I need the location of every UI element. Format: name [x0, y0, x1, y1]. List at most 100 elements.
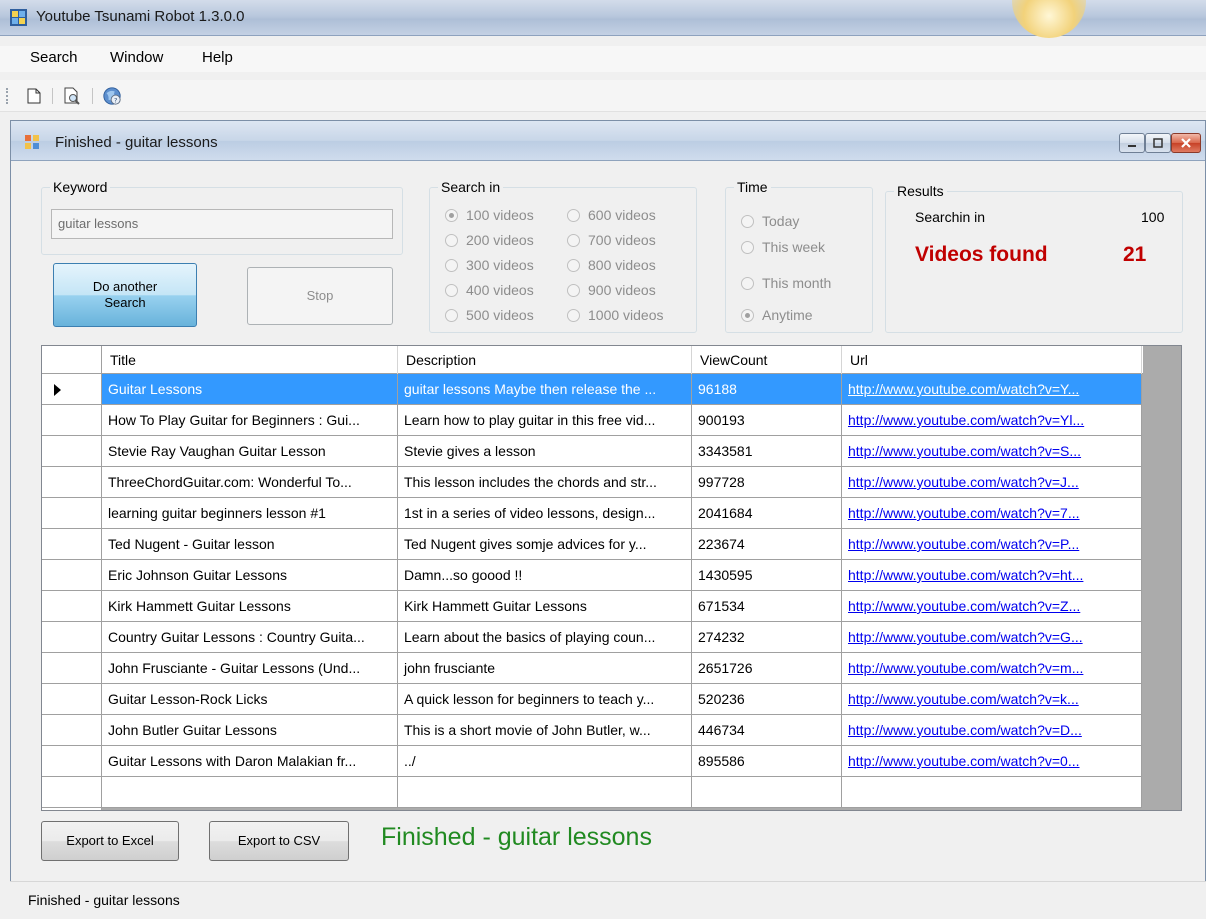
- stop-button[interactable]: Stop: [247, 267, 393, 325]
- cell-url[interactable]: http://www.youtube.com/watch?v=m...: [842, 653, 1142, 684]
- radio-400-videos[interactable]: 400 videos: [445, 282, 534, 298]
- radio-200-videos[interactable]: 200 videos: [445, 232, 534, 248]
- table-row[interactable]: Guitar Lesson-Rock Licks A quick lesson f…: [42, 684, 1143, 715]
- cell-url[interactable]: http://www.youtube.com/watch?v=k...: [842, 684, 1142, 715]
- cell-viewcount[interactable]: 223674: [692, 529, 842, 560]
- cell-viewcount[interactable]: 895586: [692, 746, 842, 777]
- column-header-viewcount[interactable]: ViewCount: [692, 346, 842, 374]
- cell-title[interactable]: Stevie Ray Vaughan Guitar Lesson: [102, 436, 398, 467]
- radio-1000-videos[interactable]: 1000 videos: [567, 307, 664, 323]
- url-link[interactable]: http://www.youtube.com/watch?v=7...: [848, 505, 1080, 521]
- row-header[interactable]: [42, 591, 102, 622]
- row-header[interactable]: [42, 436, 102, 467]
- row-header[interactable]: [42, 746, 102, 777]
- menu-search[interactable]: Search: [26, 49, 82, 66]
- url-link[interactable]: http://www.youtube.com/watch?v=D...: [848, 722, 1082, 738]
- cell-description[interactable]: This is a short movie of John Butler, w.…: [398, 715, 692, 746]
- menu-window[interactable]: Window: [106, 49, 167, 66]
- cell-viewcount[interactable]: 520236: [692, 684, 842, 715]
- radio-today[interactable]: Today: [741, 213, 799, 229]
- close-button[interactable]: [1171, 133, 1201, 153]
- cell-url[interactable]: http://www.youtube.com/watch?v=ht...: [842, 560, 1142, 591]
- cell-description[interactable]: 1st in a series of video lessons, design…: [398, 498, 692, 529]
- radio-300-videos[interactable]: 300 videos: [445, 257, 534, 273]
- cell-description[interactable]: ../: [398, 746, 692, 777]
- row-header[interactable]: [42, 467, 102, 498]
- new-document-icon[interactable]: [24, 86, 44, 106]
- table-row[interactable]: John Butler Guitar Lessons This is a shor…: [42, 715, 1143, 746]
- url-link[interactable]: http://www.youtube.com/watch?v=k...: [848, 691, 1079, 707]
- url-link[interactable]: http://www.youtube.com/watch?v=m...: [848, 660, 1083, 676]
- row-header[interactable]: [42, 715, 102, 746]
- table-row[interactable]: Country Guitar Lessons : Country Guita..…: [42, 622, 1143, 653]
- cell-viewcount[interactable]: 274232: [692, 622, 842, 653]
- results-grid[interactable]: Title Description ViewCount Url Guitar L…: [41, 345, 1182, 811]
- table-row[interactable]: Eric Johnson Guitar Lessons Damn...so goo…: [42, 560, 1143, 591]
- cell-description[interactable]: Ted Nugent gives somje advices for y...: [398, 529, 692, 560]
- cell-description[interactable]: guitar lessons Maybe then release the ..…: [398, 374, 692, 405]
- restore-button[interactable]: [1145, 133, 1171, 153]
- url-link[interactable]: http://www.youtube.com/watch?v=0...: [848, 753, 1080, 769]
- cell-viewcount[interactable]: 997728: [692, 467, 842, 498]
- cell-description[interactable]: john frusciante: [398, 653, 692, 684]
- url-link[interactable]: http://www.youtube.com/watch?v=P...: [848, 536, 1079, 552]
- cell-viewcount[interactable]: 3343581: [692, 436, 842, 467]
- row-header[interactable]: [42, 653, 102, 684]
- cell-title[interactable]: John Frusciante - Guitar Lessons (Und...: [102, 653, 398, 684]
- cell-url[interactable]: http://www.youtube.com/watch?v=7...: [842, 498, 1142, 529]
- minimize-button[interactable]: [1119, 133, 1145, 153]
- radio-anytime[interactable]: Anytime: [741, 307, 813, 323]
- column-header-title[interactable]: Title: [102, 346, 398, 374]
- cell-viewcount[interactable]: [692, 777, 842, 808]
- keyword-input[interactable]: guitar lessons: [51, 209, 393, 239]
- table-row[interactable]: Guitar Lessons guitar lessons Maybe then …: [42, 374, 1143, 405]
- grid-corner[interactable]: [42, 346, 102, 374]
- app-titlebar[interactable]: Youtube Tsunami Robot 1.3.0.0: [0, 0, 1206, 38]
- column-header-url[interactable]: Url: [842, 346, 1142, 374]
- table-row[interactable]: Ted Nugent - Guitar lesson Ted Nugent giv…: [42, 529, 1143, 560]
- radio-700-videos[interactable]: 700 videos: [567, 232, 656, 248]
- cell-viewcount[interactable]: 1430595: [692, 560, 842, 591]
- cell-description[interactable]: [398, 777, 692, 808]
- url-link[interactable]: http://www.youtube.com/watch?v=G...: [848, 629, 1083, 645]
- radio-this-month[interactable]: This month: [741, 275, 831, 291]
- row-header[interactable]: [42, 374, 102, 405]
- row-header[interactable]: [42, 684, 102, 715]
- url-link[interactable]: http://www.youtube.com/watch?v=Z...: [848, 598, 1080, 614]
- table-row[interactable]: Kirk Hammett Guitar Lessons Kirk Hammett …: [42, 591, 1143, 622]
- toolbar-grip[interactable]: [6, 88, 8, 104]
- cell-viewcount[interactable]: 2041684: [692, 498, 842, 529]
- cell-url[interactable]: http://www.youtube.com/watch?v=J...: [842, 467, 1142, 498]
- cell-title[interactable]: Ted Nugent - Guitar lesson: [102, 529, 398, 560]
- cell-url[interactable]: http://www.youtube.com/watch?v=P...: [842, 529, 1142, 560]
- cell-url[interactable]: http://www.youtube.com/watch?v=0...: [842, 746, 1142, 777]
- cell-title[interactable]: Eric Johnson Guitar Lessons: [102, 560, 398, 591]
- cell-url[interactable]: http://www.youtube.com/watch?v=G...: [842, 622, 1142, 653]
- cell-url[interactable]: http://www.youtube.com/watch?v=S...: [842, 436, 1142, 467]
- table-row[interactable]: How To Play Guitar for Beginners : Gui..…: [42, 405, 1143, 436]
- cell-title[interactable]: Guitar Lessons: [102, 374, 398, 405]
- cell-url[interactable]: [842, 777, 1142, 808]
- cell-url[interactable]: http://www.youtube.com/watch?v=Y...: [842, 374, 1142, 405]
- cell-url[interactable]: http://www.youtube.com/watch?v=D...: [842, 715, 1142, 746]
- table-row[interactable]: Guitar Lessons with Daron Malakian fr...…: [42, 746, 1143, 777]
- url-link[interactable]: http://www.youtube.com/watch?v=ht...: [848, 567, 1083, 583]
- export-excel-button[interactable]: Export to Excel: [41, 821, 179, 861]
- cell-title[interactable]: Country Guitar Lessons : Country Guita..…: [102, 622, 398, 653]
- row-header[interactable]: [42, 405, 102, 436]
- row-header[interactable]: [42, 560, 102, 591]
- radio-900-videos[interactable]: 900 videos: [567, 282, 656, 298]
- do-another-search-button[interactable]: Do another Search: [53, 263, 197, 327]
- radio-this-week[interactable]: This week: [741, 239, 825, 255]
- url-link[interactable]: http://www.youtube.com/watch?v=J...: [848, 474, 1079, 490]
- table-row[interactable]: ThreeChordGuitar.com: Wonderful To... Thi…: [42, 467, 1143, 498]
- cell-url[interactable]: http://www.youtube.com/watch?v=Z...: [842, 591, 1142, 622]
- cell-viewcount[interactable]: 2651726: [692, 653, 842, 684]
- radio-800-videos[interactable]: 800 videos: [567, 257, 656, 273]
- radio-100-videos[interactable]: 100 videos: [445, 207, 534, 223]
- row-header[interactable]: [42, 777, 102, 808]
- table-row[interactable]: John Frusciante - Guitar Lessons (Und...…: [42, 653, 1143, 684]
- cell-viewcount[interactable]: 96188: [692, 374, 842, 405]
- cell-title[interactable]: [102, 777, 398, 808]
- url-link[interactable]: http://www.youtube.com/watch?v=S...: [848, 443, 1081, 459]
